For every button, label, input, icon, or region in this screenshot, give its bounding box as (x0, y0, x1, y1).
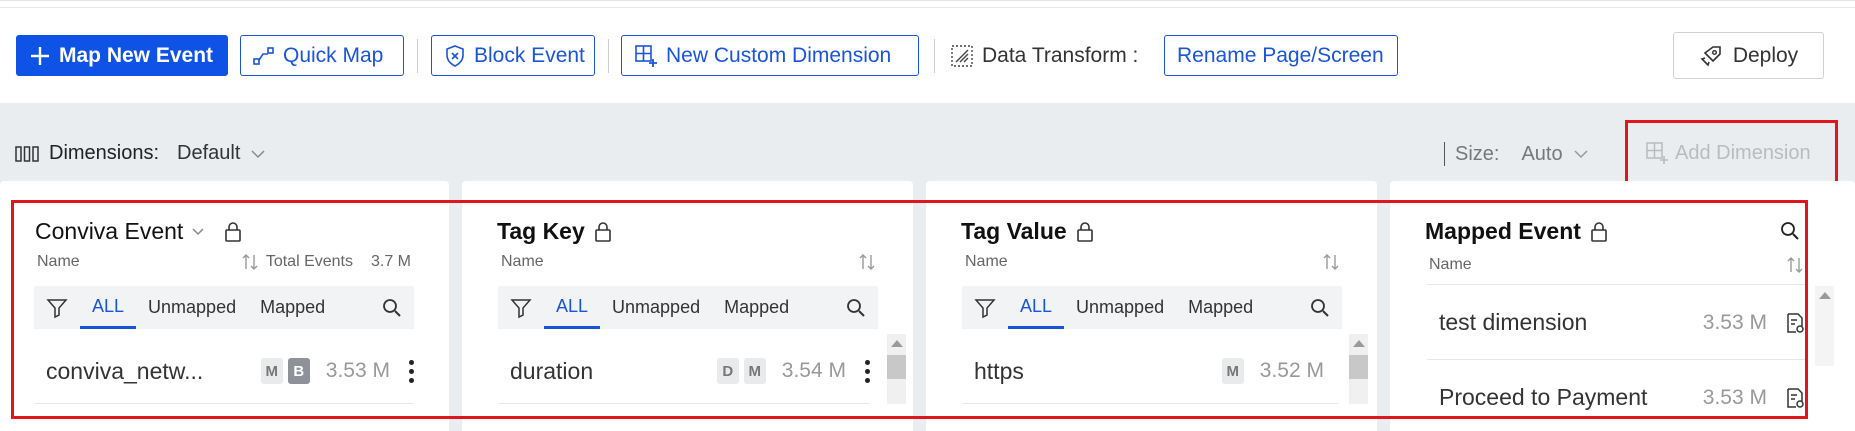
deploy-button[interactable]: Deploy (1673, 32, 1824, 79)
dimensions-value: Default (177, 142, 241, 164)
text-cursor (1444, 142, 1445, 166)
data-transform-icon (951, 44, 973, 67)
data-transform-text: Data Transform : (982, 43, 1139, 67)
toolbar-top-divider (0, 7, 1855, 8)
quick-map-icon (253, 46, 274, 65)
quick-map-label: Quick Map (283, 43, 384, 67)
block-event-label: Block Event (474, 43, 585, 67)
map-new-event-label: Map New Event (59, 43, 214, 67)
plus-icon (31, 46, 49, 65)
highlight-box-dimension-cards (11, 200, 1808, 419)
columns-icon (15, 145, 39, 162)
quick-map-button[interactable]: Quick Map (240, 35, 404, 76)
map-new-event-button[interactable]: Map New Event (16, 35, 228, 76)
rocket-icon (1700, 45, 1721, 66)
rename-page-screen-button[interactable]: Rename Page/Screen (1164, 35, 1398, 76)
shield-block-icon (446, 44, 464, 67)
add-dimension-label: Add Dimension (1675, 141, 1811, 164)
rename-page-screen-label: Rename Page/Screen (1177, 43, 1384, 67)
grid-add-icon (635, 44, 657, 67)
data-transform-label: Data Transform : (950, 35, 1138, 76)
new-custom-dimension-label: New Custom Dimension (666, 43, 892, 67)
size-label: Size: (1455, 142, 1500, 165)
size-selector[interactable]: Size: Auto (1444, 142, 1589, 166)
toolbar-separator (934, 39, 935, 73)
chevron-down-icon (1574, 150, 1588, 159)
dimensions-label: Dimensions: (49, 142, 160, 164)
add-dimension-button[interactable]: Add Dimension (1645, 141, 1811, 165)
dimensions-selector[interactable]: Dimensions: Default (15, 142, 266, 165)
toolbar-separator (417, 39, 418, 73)
size-value: Auto (1521, 142, 1563, 165)
new-custom-dimension-button[interactable]: New Custom Dimension (621, 35, 919, 76)
deploy-label: Deploy (1732, 43, 1799, 67)
block-event-button[interactable]: Block Event (431, 35, 595, 76)
scrollbar[interactable] (1815, 286, 1834, 366)
chevron-down-icon (251, 149, 265, 158)
toolbar: Map New Event Quick Map Block Event New … (0, 0, 1855, 103)
toolbar-separator (608, 39, 609, 73)
grid-add-icon (1646, 142, 1668, 164)
